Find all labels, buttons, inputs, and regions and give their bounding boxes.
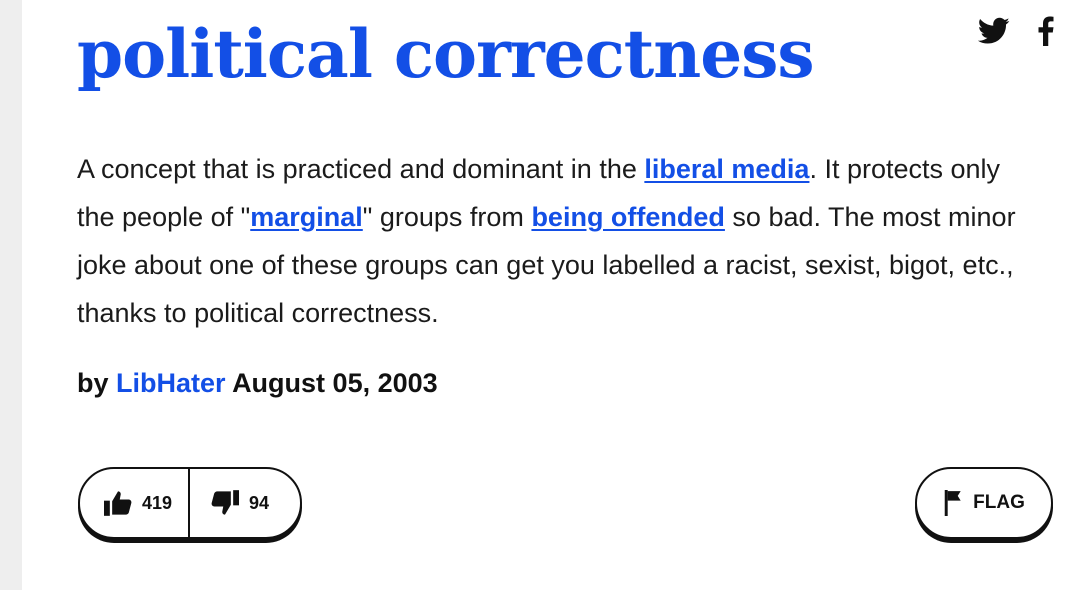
twitter-icon[interactable] (977, 17, 1010, 50)
contributor-prefix: by (77, 368, 109, 398)
definition-meaning: A concept that is practiced and dominant… (77, 145, 1037, 337)
link-liberal-media[interactable]: liberal media (644, 154, 809, 184)
upvote-count: 419 (141, 492, 173, 513)
thumbs-up-button[interactable]: 419 (80, 469, 190, 537)
thumbs-down-icon (211, 490, 239, 515)
vote-buttons: 419 94 (78, 467, 302, 539)
contributor-line: by LibHater August 05, 2003 (77, 368, 438, 399)
thumbs-up-icon (103, 491, 132, 516)
share-buttons (977, 16, 1054, 51)
meaning-text: " groups from (362, 202, 532, 232)
definition-card: political correctness A concept that is … (22, 0, 1080, 590)
flag-button[interactable]: FLAG (915, 467, 1053, 539)
author-link[interactable]: LibHater (116, 368, 226, 398)
facebook-icon[interactable] (1038, 16, 1054, 51)
link-being-offended[interactable]: being offended (531, 202, 724, 232)
downvote-count: 94 (248, 492, 270, 513)
definition-word-title[interactable]: political correctness (77, 6, 815, 102)
link-marginal[interactable]: marginal (250, 202, 363, 232)
meaning-text: A concept that is practiced and dominant… (77, 154, 645, 184)
thumbs-down-button[interactable]: 94 (190, 469, 300, 537)
flag-label: FLAG (973, 492, 1025, 513)
flag-icon (944, 490, 961, 516)
post-date: August 05, 2003 (232, 368, 438, 398)
